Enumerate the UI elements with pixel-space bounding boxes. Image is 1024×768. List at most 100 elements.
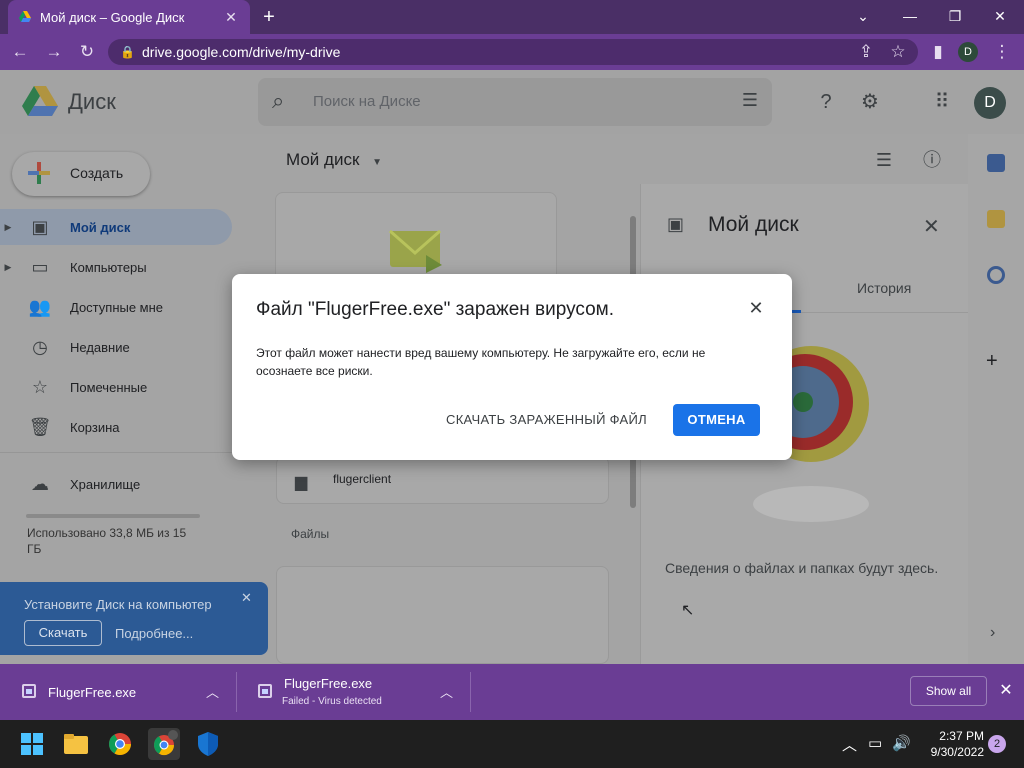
download-item[interactable]: FlugerFree.exe Failed - Virus detected ︿	[236, 664, 470, 720]
exe-file-icon	[258, 684, 272, 698]
share-icon[interactable]: ⇪	[854, 40, 878, 64]
keep-icon[interactable]	[987, 210, 1005, 228]
sidebar-item-recent[interactable]: ◷ Недавние	[0, 329, 232, 365]
file-explorer-icon[interactable]	[60, 728, 92, 760]
address-bar[interactable]: 🔒 drive.google.com/drive/my-drive	[108, 39, 918, 65]
windows-security-icon[interactable]	[192, 728, 224, 760]
sidebar-item-starred[interactable]: ☆ Помеченные	[0, 369, 232, 405]
system-clock[interactable]: 2:37 PM 9/30/2022	[920, 728, 984, 760]
sidebar-divider	[0, 452, 232, 453]
mouse-cursor-icon: ↖	[681, 602, 695, 619]
add-addon-icon[interactable]: +	[986, 350, 998, 373]
tab-history[interactable]: История	[857, 280, 911, 296]
sidebar-item-label: Недавние	[70, 339, 130, 355]
restore-button[interactable]: ❐	[940, 4, 970, 28]
details-title: Мой диск	[708, 213, 799, 236]
sidebar-item-label: Компьютеры	[70, 259, 147, 275]
settings-gear-icon[interactable]: ⚙	[858, 90, 882, 114]
tab-title: Мой диск – Google Диск	[40, 9, 185, 25]
chevron-down-icon[interactable]: ▼	[372, 157, 382, 168]
breadcrumb[interactable]: Мой диск ▼	[286, 150, 382, 170]
clock-icon: ◷	[32, 336, 48, 357]
create-plus-icon	[26, 160, 52, 186]
expand-arrow-icon[interactable]: ▶	[0, 262, 16, 273]
notification-badge[interactable]: 2	[988, 735, 1006, 753]
search-box[interactable]: ⌕ Поиск на Диске ☰	[258, 78, 772, 126]
folder-card[interactable]: ▆	[276, 456, 609, 504]
download-anyway-button[interactable]: СКАЧАТЬ ЗАРАЖЕННЫЙ ФАЙЛ	[446, 412, 647, 427]
apps-grid-icon[interactable]: ⠿	[930, 90, 954, 114]
dialog-body: Этот файл может нанести вред вашему комп…	[256, 346, 706, 378]
clock-date: 9/30/2022	[930, 745, 984, 759]
folder-name: flugerclient	[333, 472, 392, 486]
expand-arrow-icon[interactable]: ▶	[0, 222, 16, 233]
people-icon: 👥	[28, 296, 52, 317]
info-icon[interactable]: ⓘ	[920, 148, 944, 172]
sidebar-item-trash[interactable]: 🗑 Корзина	[0, 409, 232, 445]
network-icon[interactable]: ▭	[868, 734, 882, 752]
bookmark-star-icon[interactable]: ☆	[886, 40, 910, 64]
dialog-title: Файл "FlugerFree.exe" заражен вирусом.	[256, 299, 615, 320]
side-rail: + ›	[968, 134, 1024, 664]
banner-close-icon[interactable]: ✕	[241, 590, 252, 606]
volume-icon[interactable]: 🔊	[892, 734, 911, 752]
browser-toolbar: ← → ↻ 🔒 drive.google.com/drive/my-drive …	[0, 34, 1024, 70]
side-panel-icon[interactable]: ▮	[926, 40, 950, 64]
search-options-icon[interactable]: ☰	[742, 90, 758, 111]
close-shelf-icon[interactable]: ✕	[996, 680, 1016, 700]
account-avatar[interactable]: D	[974, 87, 1006, 119]
forward-icon[interactable]: →	[42, 40, 66, 64]
chevron-up-icon[interactable]: ︿	[206, 682, 219, 701]
show-all-downloads-button[interactable]: Show all	[910, 676, 987, 706]
browser-tab[interactable]: Мой диск – Google Диск ✕	[8, 0, 250, 34]
cancel-button[interactable]: ОТМЕНА	[673, 404, 760, 436]
windows-start-icon[interactable]	[16, 728, 48, 760]
new-tab-button[interactable]: +	[258, 6, 280, 28]
storage-progress-bar	[26, 514, 200, 518]
search-input[interactable]: Поиск на Диске	[313, 93, 421, 110]
drive-icon: ▣	[667, 214, 685, 234]
banner-text: Установите Диск на компьютер	[24, 597, 212, 612]
minimize-button[interactable]: —	[895, 4, 925, 28]
search-icon[interactable]: ⌕	[272, 88, 284, 114]
back-icon[interactable]: ←	[8, 40, 32, 64]
chevron-right-icon[interactable]: ›	[990, 624, 995, 642]
sidebar-item-label: Хранилище	[70, 476, 141, 492]
chrome-profile-icon[interactable]	[148, 728, 180, 760]
browser-menu-icon[interactable]: ⋮	[990, 40, 1014, 64]
show-hidden-icons-chevron-icon[interactable]: ︿	[842, 734, 857, 755]
url-text: drive.google.com/drive/my-drive	[142, 44, 341, 60]
download-filename: FlugerFree.exe	[48, 685, 137, 700]
details-close-icon[interactable]: ✕	[923, 214, 940, 239]
computers-icon: ▭	[31, 256, 49, 277]
drive-logo-icon[interactable]	[22, 84, 58, 118]
tasks-icon[interactable]	[987, 266, 1005, 284]
sidebar-item-my-drive[interactable]: ▶ ▣ Мой диск	[0, 209, 232, 245]
sidebar-item-label: Доступные мне	[70, 299, 164, 315]
calendar-icon[interactable]	[987, 154, 1005, 172]
sidebar-item-storage[interactable]: ☁ Хранилище	[0, 466, 232, 502]
email-file-icon	[388, 229, 444, 278]
sidebar-item-label: Помеченные	[70, 379, 148, 395]
download-item[interactable]: FlugerFree.exe ︿	[0, 664, 236, 720]
file-card[interactable]	[276, 566, 609, 664]
browser-profile-avatar[interactable]: D	[958, 42, 978, 62]
sidebar-item-shared[interactable]: 👥 Доступные мне	[0, 289, 232, 325]
close-window-button[interactable]: ✕	[985, 4, 1015, 28]
download-divider	[470, 672, 471, 712]
tab-close-icon[interactable]: ✕	[222, 9, 240, 26]
sidebar-item-computers[interactable]: ▶ ▭ Компьютеры	[0, 249, 232, 285]
chevron-up-icon[interactable]: ︿	[440, 682, 453, 701]
list-view-icon[interactable]: ☰	[872, 148, 896, 172]
create-button[interactable]: Создать	[12, 152, 150, 196]
chrome-icon[interactable]	[104, 728, 136, 760]
cloud-icon: ☁	[31, 473, 49, 494]
install-drive-banner: Установите Диск на компьютер ✕ Скачать П…	[0, 582, 268, 655]
reload-icon[interactable]: ↻	[75, 40, 99, 64]
dialog-close-icon[interactable]: ✕	[746, 298, 766, 319]
banner-download-button[interactable]: Скачать	[24, 620, 102, 646]
help-icon[interactable]: ?	[814, 90, 838, 114]
banner-more-link[interactable]: Подробнее...	[115, 626, 193, 641]
browser-title-bar: Мой диск – Google Диск ✕ + ⌄ — ❐ ✕	[0, 0, 1024, 34]
tab-search-icon[interactable]: ⌄	[848, 4, 878, 28]
